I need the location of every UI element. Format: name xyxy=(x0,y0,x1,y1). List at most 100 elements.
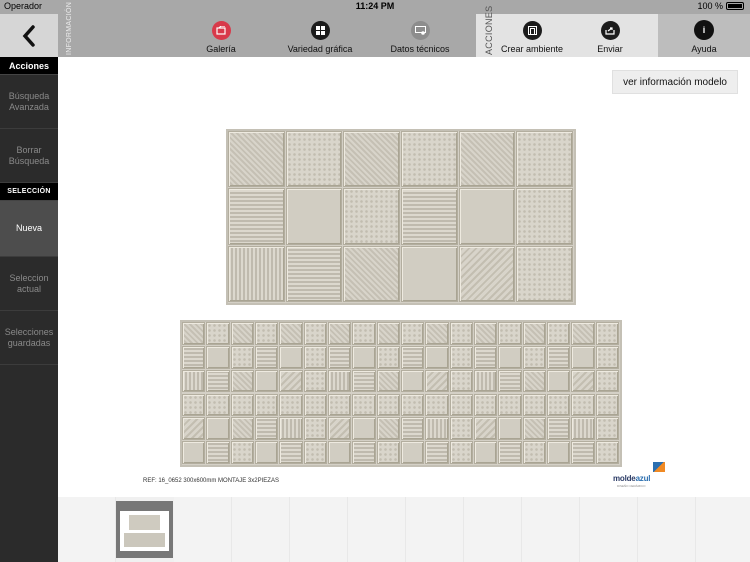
tile-cell xyxy=(255,322,279,345)
tile-cell xyxy=(206,322,230,345)
tile-cell xyxy=(328,369,352,393)
sidebar-item-seleccion-actual[interactable]: Seleccion actual xyxy=(0,257,58,311)
tile-cell xyxy=(328,417,352,441)
battery-icon xyxy=(726,2,744,10)
tile-cell xyxy=(516,188,573,245)
datos-tecnicos-button[interactable]: Datos técnicos xyxy=(386,14,454,57)
ver-informacion-modelo-button[interactable]: ver información modelo xyxy=(612,70,738,94)
tile-cell xyxy=(498,369,522,393)
tile-cell xyxy=(498,417,522,441)
thumb-slot xyxy=(232,497,290,562)
tile-cell xyxy=(352,322,376,345)
acciones-panel: ACCIONES Crear ambiente Enviar xyxy=(476,6,658,57)
tile-cell xyxy=(474,345,498,369)
thumbnail-preview xyxy=(120,511,169,551)
tile-cell xyxy=(255,393,279,417)
tile-cell xyxy=(547,345,571,369)
enviar-button[interactable]: Enviar xyxy=(592,14,628,57)
tile-cell xyxy=(352,441,376,464)
tile-cell xyxy=(425,417,449,441)
tile-cell xyxy=(595,345,619,369)
tile-cell xyxy=(376,417,400,441)
galeria-button[interactable]: Galería xyxy=(201,14,241,57)
tile-cell xyxy=(425,369,449,393)
thumb-slot xyxy=(580,497,638,562)
tile-cell xyxy=(498,345,522,369)
tile-cell xyxy=(328,393,352,417)
battery-status: 100 % xyxy=(697,1,744,11)
thumb-slot xyxy=(174,497,232,562)
grid-icon xyxy=(310,21,330,40)
thumb-slot xyxy=(696,497,750,562)
tile-cell xyxy=(458,245,516,302)
tile-cell xyxy=(182,393,206,417)
tile-cell xyxy=(255,345,279,369)
variedad-grafica-button[interactable]: Variedad gráfica xyxy=(282,14,358,57)
tile-cell xyxy=(401,345,425,369)
sidebar-item-selecciones-guardadas[interactable]: Selecciones guardadas xyxy=(0,311,58,365)
tile-cell xyxy=(328,441,352,464)
reference-text: REF: 16_0652 300x600mm MONTAJE 3x2PIEZAS xyxy=(143,478,279,484)
tile-cell xyxy=(474,369,498,393)
tile-cell xyxy=(401,441,425,464)
tile-cell xyxy=(401,188,458,245)
tile-cell xyxy=(206,345,230,369)
share-icon xyxy=(600,21,620,40)
tile-cell xyxy=(547,441,571,464)
selected-thumbnail[interactable] xyxy=(116,501,173,558)
tile-cell xyxy=(303,369,327,393)
tile-cell xyxy=(230,393,254,417)
sidebar-item-nueva[interactable]: Nueva xyxy=(0,201,58,257)
technical-data-icon xyxy=(410,21,430,40)
thumb-slot xyxy=(522,497,580,562)
tile-cell xyxy=(343,131,400,188)
tile-cell xyxy=(522,345,546,369)
status-bar: Operador 11:24 PM 100 % xyxy=(0,0,750,14)
tile-cell xyxy=(498,393,522,417)
tile-cell xyxy=(230,369,254,393)
crear-ambiente-button[interactable]: Crear ambiente xyxy=(496,14,568,57)
tile-cell xyxy=(303,417,327,441)
back-button[interactable] xyxy=(0,14,58,57)
create-room-icon xyxy=(522,21,542,40)
gallery-icon xyxy=(211,21,231,40)
tile-cell xyxy=(425,345,449,369)
logo-text-b: azul xyxy=(635,474,651,483)
thumbnail-tile-top xyxy=(129,515,160,530)
tile-cell xyxy=(228,245,285,302)
tile-cell xyxy=(498,441,522,464)
tile-cell xyxy=(401,322,425,345)
crear-ambiente-label: Crear ambiente xyxy=(500,44,564,54)
tile-cell xyxy=(595,369,619,393)
tile-cell xyxy=(449,393,473,417)
ayuda-button[interactable]: i Ayuda xyxy=(684,14,724,57)
thumb-slot xyxy=(290,497,348,562)
sidebar-item-busqueda-avanzada[interactable]: Búsqueda Avanzada xyxy=(0,75,58,129)
sidebar-header-seleccion: SELECCIÓN xyxy=(0,183,58,201)
tile-cell xyxy=(516,131,573,188)
thumb-slot xyxy=(348,497,406,562)
tile-cell xyxy=(303,345,327,369)
chevron-left-icon xyxy=(22,24,35,47)
tile-cell xyxy=(522,369,546,393)
tile-cell xyxy=(228,131,285,188)
tile-cell xyxy=(255,369,279,393)
tile-cell xyxy=(230,417,254,441)
sidebar: Acciones Búsqueda Avanzada Borrar Búsque… xyxy=(0,57,58,562)
tile-cell xyxy=(279,322,303,345)
tile-cell xyxy=(571,417,595,441)
tile-cell xyxy=(328,322,352,345)
tile-cell xyxy=(376,369,400,393)
sidebar-item-borrar-busqueda[interactable]: Borrar Búsqueda xyxy=(0,129,58,183)
logo-subtitle: DISEÑO CERÁMICO xyxy=(617,484,646,488)
tile-cell xyxy=(595,417,619,441)
tile-cell xyxy=(230,345,254,369)
tile-cell xyxy=(474,322,498,345)
tile-cell xyxy=(279,369,303,393)
tile-cell xyxy=(458,131,516,188)
tile-cell xyxy=(279,417,303,441)
tile-cell xyxy=(303,393,327,417)
thumb-slot xyxy=(58,497,116,562)
tile-cell xyxy=(522,417,546,441)
tile-cell xyxy=(206,393,230,417)
